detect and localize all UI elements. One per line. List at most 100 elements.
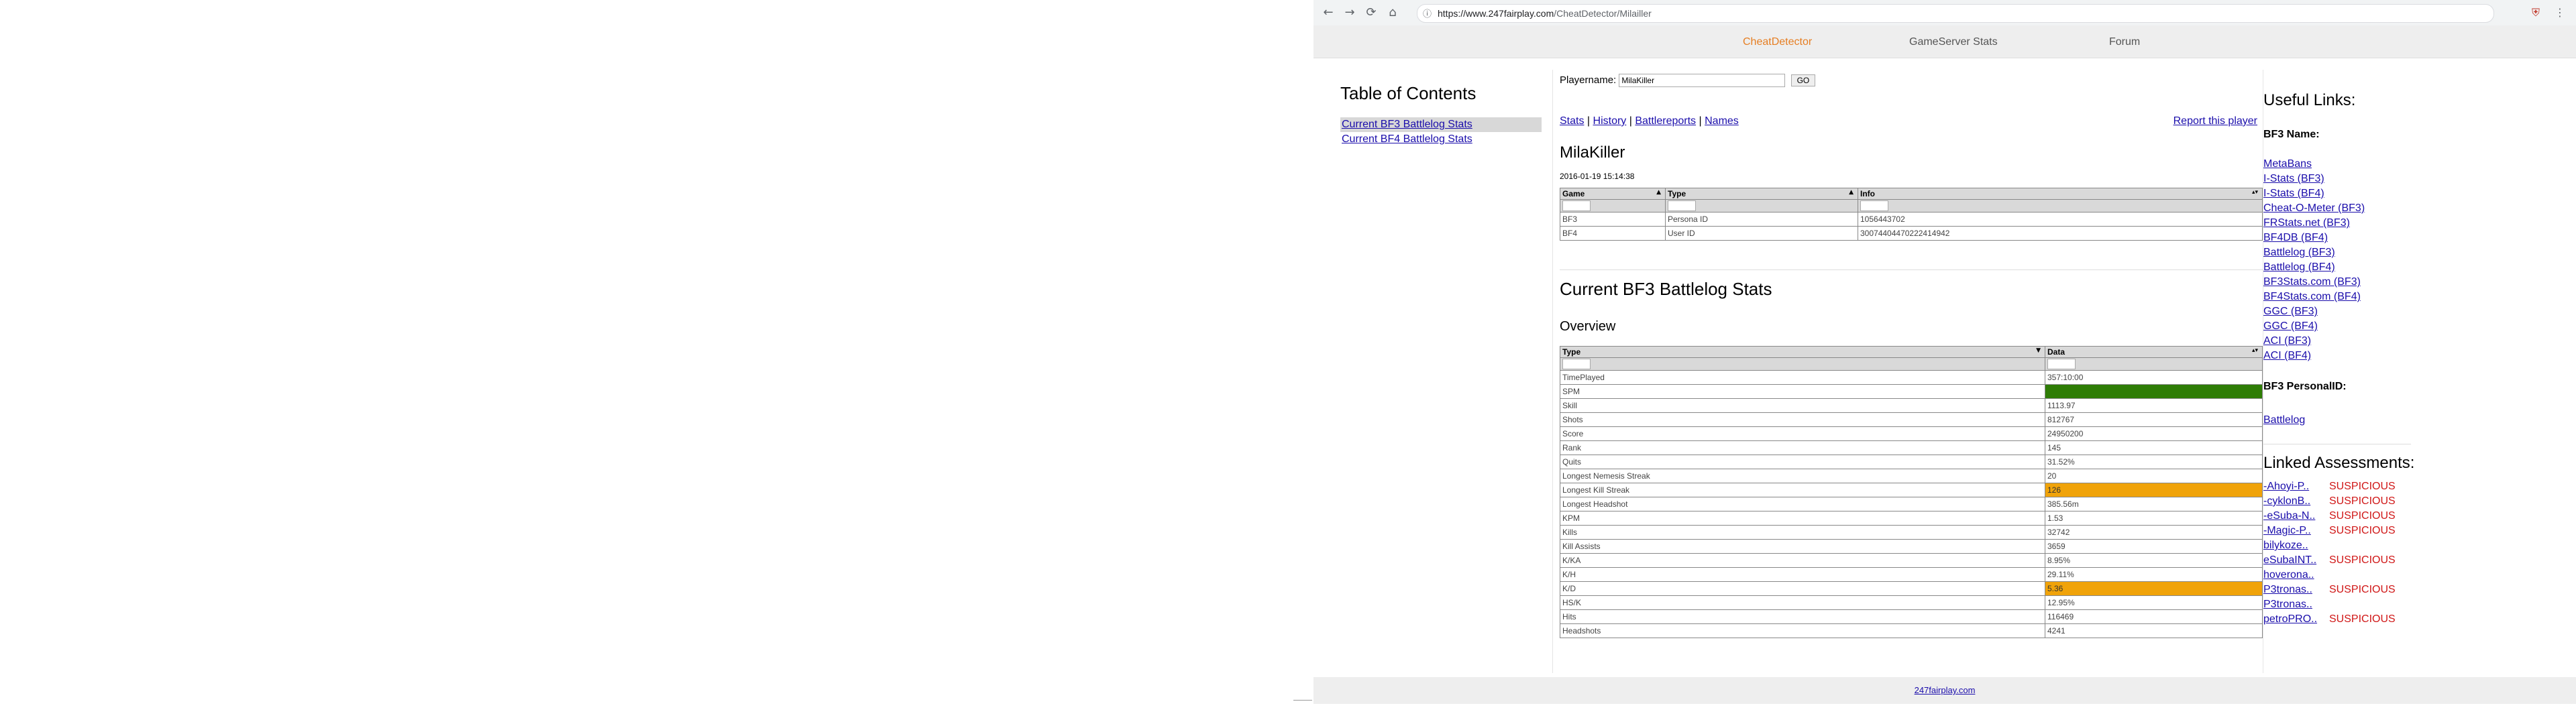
useful-link[interactable]: BF3Stats.com (BF3) [2263,275,2438,290]
col-type[interactable]: Type ▲ [1665,188,1858,200]
linked-assessments-list: -Ahoyi-P.. SUSPICIOUS -cyklonB.. SUSPICIOUS… [2263,479,2438,627]
footer-link[interactable]: 247fairplay.com [1915,685,1976,695]
filter-box[interactable] [1860,200,1888,211]
linked-player-link[interactable]: eSubaINT.. [2263,553,2329,568]
linked-player-link[interactable]: petroPRO.. [2263,612,2329,627]
sort-icon: ▴▾ [2251,347,2258,354]
assessment-status: SUSPICIOUS [2329,481,2396,492]
useful-link[interactable]: MetaBans [2263,157,2438,172]
address-bar[interactable]: ⓘ https://www.247fairplay.com/CheatDetec… [1417,4,2494,23]
go-button[interactable]: GO [1790,74,1816,86]
useful-link[interactable]: I-Stats (BF3) [2263,172,2438,186]
col-info-label: Info [1860,189,1875,198]
table-cell: BF3 [1560,212,1666,227]
filter-stat-data[interactable] [2045,357,2263,371]
col-stat-data[interactable]: Data ▴▾ [2045,346,2263,358]
playername-input[interactable] [1619,74,1786,87]
filter-game[interactable] [1560,199,1666,213]
useful-link[interactable]: ACI (BF3) [2263,334,2438,349]
subnav-stats[interactable]: Stats [1560,115,1584,127]
linked-player-link[interactable]: -cyklonB.. [2263,494,2329,509]
filter-box[interactable] [2047,359,2076,369]
report-player-link[interactable]: Report this player [2174,115,2257,127]
stat-row: Longest Nemesis Streak 20 [1560,469,2263,483]
linked-player-link[interactable]: -Ahoyi-P.. [2263,479,2329,494]
bf3-stats-body: TimePlayed 357:10:00 SPM Skill 1113.97 Shots 8… [1560,370,2263,638]
assessment-status: SUSPICIOUS [2329,495,2396,507]
toc-link-bf3[interactable]: Current BF3 Battlelog Stats [1340,117,1542,132]
stat-row: Longest Headshot 385.56m [1560,497,2263,511]
filter-info[interactable] [1858,199,2263,213]
linked-assessments-title: Linked Assessments: [2263,454,2415,472]
linked-player-link[interactable]: P3tronas.. [2263,583,2329,597]
table-row: BF3 Persona ID 1056443702 [1560,212,2263,227]
subnav-battlereports[interactable]: Battlereports [1635,115,1696,127]
subnav-history[interactable]: History [1593,115,1627,127]
col-type-label: Type [1668,189,1686,198]
nav-cheatdetector[interactable]: CheatDetector [1743,36,1812,48]
filter-type[interactable] [1665,199,1858,213]
site-footer: 247fairplay.com [1313,677,2576,704]
useful-link[interactable]: Cheat-O-Meter (BF3) [2263,201,2438,216]
player-search-form: Playername: GO [1560,74,1816,87]
col-stat-type[interactable]: Type ▼ [1560,346,2045,358]
useful-link[interactable]: Battlelog (BF3) [2263,245,2438,260]
filter-box[interactable] [1562,359,1591,369]
useful-link[interactable]: FRStats.net (BF3) [2263,216,2438,231]
stat-row: K/D 5.36 [1560,581,2263,596]
linked-player-link[interactable]: -Magic-P.. [2263,524,2329,538]
ids-table: Game ▲ Type ▲ Info ▴▾ BF3 Persona ID 10564437… [1560,188,2263,241]
filter-box[interactable] [1562,200,1591,211]
bf3-stats-heading: Current BF3 Battlelog Stats [1560,279,1772,299]
nav-forum[interactable]: Forum [2109,36,2140,48]
table-of-contents: Table of Contents Current BF3 Battlelog … [1340,70,1542,147]
stat-type: Longest Kill Streak [1560,483,2045,497]
stat-value: 32742 [2045,525,2263,540]
forward-icon[interactable]: → [1342,5,1358,21]
home-icon[interactable]: ⌂ [1385,5,1401,21]
stat-row: KPM 1.53 [1560,511,2263,526]
table-cell: 1056443702 [1858,212,2263,227]
useful-link[interactable]: BF4Stats.com (BF4) [2263,290,2438,304]
stat-type: Longest Headshot [1560,497,2045,511]
stat-type: K/D [1560,581,2045,596]
nav-gameserver-stats[interactable]: GameServer Stats [1909,36,1998,48]
stat-type: SPM [1560,384,2045,399]
menu-icon[interactable]: ⋮ [2552,5,2568,21]
linked-player-link[interactable]: hoverona.. [2263,568,2329,583]
personalid-battlelog-link[interactable]: Battlelog [2263,413,2438,428]
back-icon[interactable]: ← [1320,5,1336,21]
player-date: 2016-01-19 15:14:38 [1560,172,1635,181]
linked-assessment-item: -eSuba-N.. SUSPICIOUS [2263,509,2438,524]
stat-value: 357:10:00 [2045,370,2263,385]
sort-icon: ▼ [2036,347,2041,354]
useful-link[interactable]: GGC (BF3) [2263,304,2438,319]
filter-stat-type[interactable] [1560,357,2045,371]
useful-link[interactable]: BF4DB (BF4) [2263,231,2438,245]
linked-player-link[interactable]: bilykoze.. [2263,538,2329,553]
assessment-status: SUSPICIOUS [2329,525,2396,536]
col-game[interactable]: Game ▲ [1560,188,1666,200]
sort-icon: ▴▾ [2251,189,2258,196]
site-info-icon[interactable]: ⓘ [1423,7,1432,19]
useful-link[interactable]: Battlelog (BF4) [2263,260,2438,275]
linked-player-link[interactable]: P3tronas.. [2263,597,2329,612]
reload-icon[interactable]: ⟳ [1363,5,1379,21]
useful-link[interactable]: I-Stats (BF4) [2263,186,2438,201]
bf3-name-label: BF3 Name: [2263,129,2320,140]
stat-type: K/KA [1560,553,2045,568]
subnav-names[interactable]: Names [1705,115,1739,127]
extension-icon[interactable]: ⛨ [2528,5,2544,21]
col-stat-data-label: Data [2047,347,2065,357]
useful-link[interactable]: ACI (BF4) [2263,349,2438,363]
linked-assessment-item: bilykoze.. [2263,538,2438,553]
linked-player-link[interactable]: -eSuba-N.. [2263,509,2329,524]
useful-link[interactable]: GGC (BF4) [2263,319,2438,334]
col-info[interactable]: Info ▴▾ [1858,188,2263,200]
stat-type: Shots [1560,412,2045,427]
toc-link-bf4[interactable]: Current BF4 Battlelog Stats [1340,132,1542,147]
browser-toolbar: ← → ⟳ ⌂ ⓘ https://www.247fairplay.com/Ch… [1313,0,2576,26]
stat-value: 145 [2045,440,2263,455]
linked-assessment-item: -cyklonB.. SUSPICIOUS [2263,494,2438,509]
filter-box[interactable] [1668,200,1696,211]
